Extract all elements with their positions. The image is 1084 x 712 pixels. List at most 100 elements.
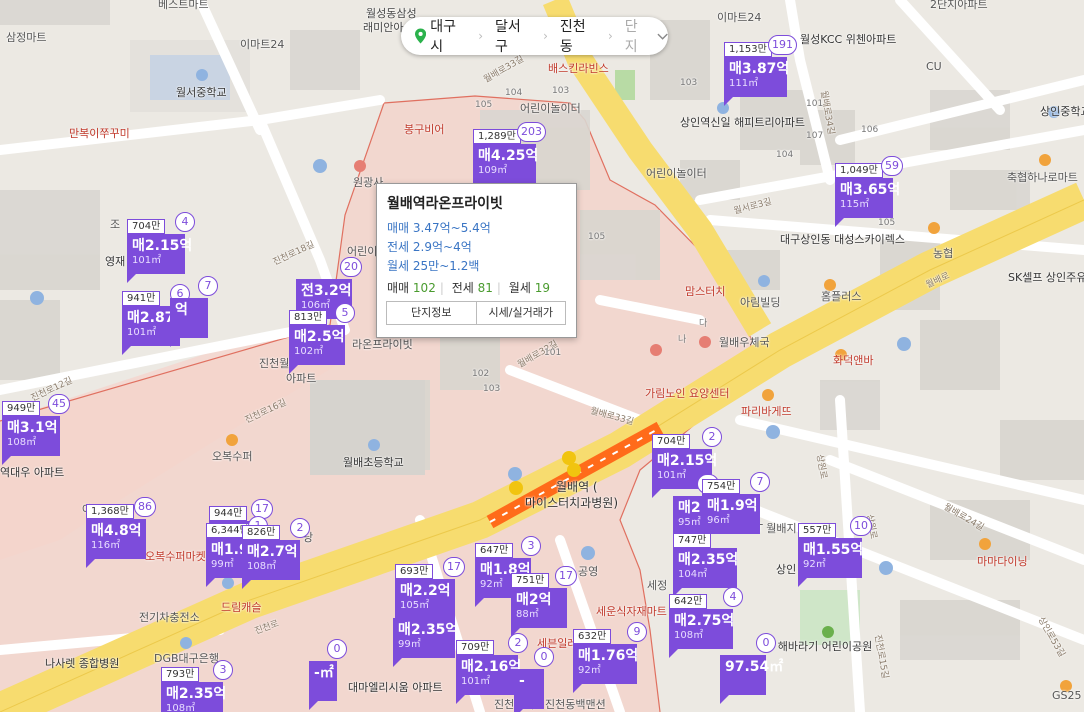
marker-price-box: - xyxy=(514,669,544,709)
marker-listing-count: 5 xyxy=(335,303,355,323)
marker-price-box: 매1.9억 96㎡ xyxy=(702,494,760,534)
marker-listing-count: 7 xyxy=(750,472,770,492)
marker-price-box: 매3.1억 108㎡ xyxy=(2,416,60,456)
marker-listing-count: 2 xyxy=(702,427,722,447)
marker-area: 108㎡ xyxy=(674,630,704,641)
popup-monthly-range: 월세 25만~1.2백 xyxy=(387,259,480,273)
map-label: 어린이놀이터 xyxy=(520,102,581,115)
marker-price: 매2.2억 xyxy=(400,583,451,599)
marker-listing-count: 86 xyxy=(134,497,156,517)
marker-price-box: -㎡ xyxy=(309,661,337,701)
breadcrumb-city[interactable]: 대구시 xyxy=(430,16,466,56)
marker-area: 92㎡ xyxy=(803,559,826,570)
marker-listing-count: 4 xyxy=(723,587,743,607)
map-label: 월성KCC 위첸아파트 xyxy=(800,33,897,46)
location-pin-icon xyxy=(415,28,427,44)
marker-price: 매2.75억 xyxy=(674,613,735,629)
breadcrumb-district[interactable]: 달서구 xyxy=(495,16,531,56)
marker-tail xyxy=(289,364,299,374)
map-label: CU xyxy=(926,60,942,73)
marker-price: 매1.55억 xyxy=(803,542,864,558)
marker-listing-count: 191 xyxy=(768,35,797,55)
marker-unit-price: 704만 xyxy=(127,219,166,234)
marker-price: 매2.87억 xyxy=(127,310,188,326)
marker-unit-price: 704만 xyxy=(652,434,691,449)
map-label: 배스킨라빈스 xyxy=(548,62,609,75)
marker-area: 99㎡ xyxy=(398,639,421,650)
marker-price-box: 매2.75억 108㎡ xyxy=(669,609,735,649)
marker-tail xyxy=(514,708,524,712)
building-number: 106 xyxy=(861,125,879,135)
map-label: 파리바게뜨 xyxy=(741,405,792,418)
map-label: T 월배지 xyxy=(756,522,797,535)
marker-listing-count: 3 xyxy=(213,660,233,680)
map-label: 상인중학교 아파트 xyxy=(1040,105,1084,118)
marker-area: 104㎡ xyxy=(678,569,708,580)
marker-tail xyxy=(724,96,734,106)
marker-price: 매2.5억 xyxy=(294,329,345,345)
marker-area: 115㎡ xyxy=(840,199,870,210)
map-label: 가림노인 요양센터 xyxy=(645,387,730,400)
building-number: 105 xyxy=(878,218,896,228)
complex-info-button[interactable]: 단지정보 xyxy=(387,302,476,324)
map-label: 공영 xyxy=(578,565,599,578)
jeonse-label: 전세 xyxy=(451,281,474,295)
marker-listing-count: 10 xyxy=(850,516,872,536)
map-label: 이마트24 xyxy=(240,38,285,51)
map-label: 이마트24 xyxy=(717,11,762,24)
marker-tail xyxy=(456,694,466,704)
marker-unit-price: 754만 xyxy=(702,479,741,494)
marker-listing-count: 203 xyxy=(517,122,546,142)
chevron-right-icon: › xyxy=(607,29,613,43)
marker-tail xyxy=(720,694,730,704)
marker-unit-price: 1,289만 xyxy=(473,129,521,144)
map-label: 삼정마트 xyxy=(6,31,47,44)
marker-listing-count: 2 xyxy=(290,518,310,538)
map-label: 봉구비어 xyxy=(404,123,445,136)
location-breadcrumb[interactable]: 대구시 › 달서구 › 진천동 › 단지 xyxy=(401,17,668,55)
marker-unit-price: 941만 xyxy=(122,291,161,306)
marker-unit-price: 647만 xyxy=(475,543,514,558)
marker-listing-count: 20 xyxy=(340,257,362,277)
map-label: 화덕앤바 xyxy=(833,354,874,367)
map-label: 축협하나로마트 xyxy=(1007,171,1078,184)
marker-listing-count: 7 xyxy=(198,276,218,296)
building-number: 102 xyxy=(472,369,490,379)
price-history-button[interactable]: 시세/실거래가 xyxy=(475,302,566,324)
map-label: 아림빌딩 xyxy=(740,296,781,309)
marker-unit-price: 693만 xyxy=(395,564,434,579)
marker-unit-price: 557만 xyxy=(798,523,837,538)
marker-tail xyxy=(86,558,96,568)
marker-tail xyxy=(798,577,808,587)
marker-listing-count: 59 xyxy=(881,156,903,176)
marker-area: 108㎡ xyxy=(7,437,37,448)
map-label: 월배역 ( xyxy=(556,480,598,494)
popup-title: 월배역라온프라이빗 xyxy=(387,196,503,212)
breadcrumb-dong[interactable]: 진천동 xyxy=(560,16,596,56)
map-label: GS25 xyxy=(1052,689,1082,702)
marker-price: 매4.25억 xyxy=(478,148,539,164)
complex-info-popup[interactable]: 월배역라온프라이빗 매매 3.47억~5.4억 전세 2.9억~4억 월세 25… xyxy=(376,183,577,338)
marker-price-box: 매2억 88㎡ xyxy=(511,588,567,628)
marker-price: 매4.8억 xyxy=(91,523,142,539)
chevron-down-icon[interactable] xyxy=(657,31,668,41)
breadcrumb-complex[interactable]: 단지 xyxy=(625,16,649,56)
marker-area: 111㎡ xyxy=(729,78,759,89)
marker-price: 매2.35억 xyxy=(398,622,459,638)
map-label: 만복이쭈꾸미 xyxy=(69,127,130,140)
marker-listing-count: 2 xyxy=(508,633,528,653)
marker-area: 88㎡ xyxy=(516,609,539,620)
marker-area: 102㎡ xyxy=(294,346,324,357)
building-number: 107 xyxy=(806,131,824,141)
marker-price-box: 매3.87억 111㎡ xyxy=(724,57,789,97)
marker-area: 101㎡ xyxy=(132,255,162,266)
map-label: 나사렛 종합병원 xyxy=(45,657,120,670)
marker-unit-price: 1,368만 xyxy=(86,504,134,519)
marker-listing-count: 0 xyxy=(327,639,347,659)
building-number: 다 xyxy=(699,319,708,329)
map-label: 농협 xyxy=(933,247,954,260)
sale-label: 매매 xyxy=(387,281,410,295)
building-number: 103 xyxy=(680,78,698,88)
marker-unit-price: 709만 xyxy=(456,640,495,655)
marker-price: 매2.35억 xyxy=(166,686,227,702)
